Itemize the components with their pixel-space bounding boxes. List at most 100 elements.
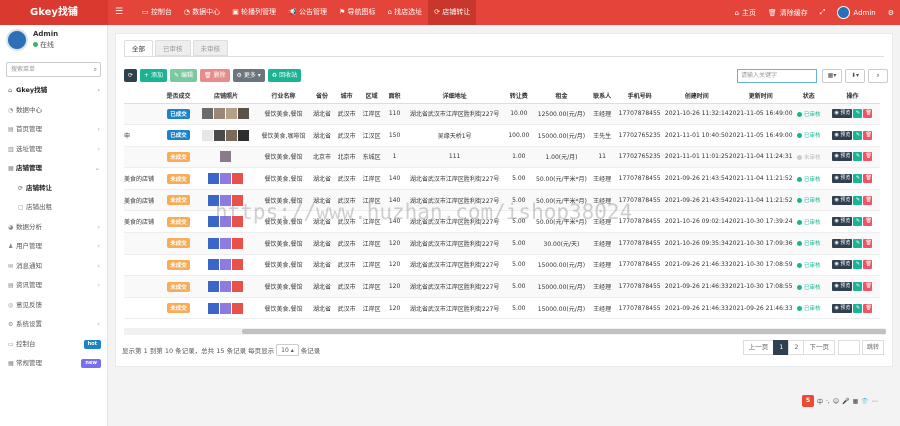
ime-item-1[interactable]: ·,: [826, 398, 830, 405]
brand-logo[interactable]: Gkey找铺: [0, 0, 108, 25]
table-row[interactable]: 已成交 餐饮美食,餐馆 湖北省 武汉市 江岸区 110 湖北省武汉市江岸区胜利街227号 10…: [124, 103, 880, 126]
column-header[interactable]: 租金: [533, 88, 590, 104]
delete-row-button[interactable]: 🗑: [863, 109, 873, 119]
column-header[interactable]: 城市: [334, 88, 359, 104]
shop-photo-thumbnail[interactable]: [214, 129, 226, 141]
preview-button[interactable]: ◉ 预览: [832, 238, 853, 248]
table-row[interactable]: 饮美食的店铺未成交 餐饮美食,餐馆湖北省武汉市江岸区140湖北省武汉市江岸区胜利街…: [124, 210, 880, 234]
delete-row-button[interactable]: 🗑: [863, 195, 873, 205]
table-row[interactable]: 业申已成交 餐饮美食,咖啡馆湖北省武汉市江汉区150吴缘天桥1号100.00150…: [124, 124, 880, 147]
nav-item-1[interactable]: ◔ 数据中心: [178, 0, 226, 25]
preview-button[interactable]: ◉ 预览: [832, 130, 853, 140]
sidebar-item-6[interactable]: ▢ 店铺出租: [0, 198, 107, 218]
shop-photo-thumbnail[interactable]: [208, 302, 220, 314]
ime-item-5[interactable]: 👕: [861, 398, 868, 405]
column-header[interactable]: [124, 88, 163, 104]
preview-button[interactable]: ◉ 预览: [832, 217, 853, 227]
column-header[interactable]: 转让费: [504, 88, 534, 104]
more-button[interactable]: ⚙ 更多 ▾: [232, 69, 265, 82]
settings-button[interactable]: ⚙: [882, 9, 900, 17]
shop-photo-thumbnail[interactable]: [208, 216, 220, 228]
home-link[interactable]: ⌂ 主页: [728, 8, 761, 18]
page-size-select[interactable]: 10 ▴: [276, 344, 299, 356]
nav-item-5[interactable]: ⌂ 找店选址: [382, 0, 429, 25]
edit-row-button[interactable]: ✎: [853, 282, 863, 292]
clear-cache-button[interactable]: 🗑 清除缓存: [762, 8, 814, 18]
delete-row-button[interactable]: 🗑: [863, 174, 873, 184]
table-row[interactable]: 未成交 餐饮美食,餐馆 北京市 北京市 东城区 1 111 1.00 1.00(元/月) 11 17…: [124, 146, 880, 169]
sidebar-item-13[interactable]: ▭ 控制台 hot: [0, 335, 107, 355]
shop-photo-thumbnail[interactable]: [220, 194, 232, 206]
preview-button[interactable]: ◉ 预览: [832, 109, 853, 119]
ime-item-3[interactable]: 🎤: [842, 398, 849, 405]
column-header[interactable]: 更新时间: [728, 88, 793, 104]
ime-item-4[interactable]: ▦: [853, 398, 859, 405]
table-search-input[interactable]: 请输入关键字: [737, 69, 817, 83]
recycle-bin-button[interactable]: ♻ 回收站: [267, 69, 302, 82]
page-1-button[interactable]: 1: [773, 340, 790, 355]
shop-photo-thumbnail[interactable]: [232, 302, 244, 314]
column-header[interactable]: 是否成交: [162, 88, 195, 104]
edit-row-button[interactable]: ✎: [853, 109, 863, 119]
ime-item-0[interactable]: 中: [817, 397, 823, 406]
horizontal-scrollbar[interactable]: [124, 328, 886, 335]
tab-2[interactable]: 未审核: [192, 40, 228, 56]
shop-photo-thumbnail[interactable]: [208, 281, 220, 293]
delete-button[interactable]: 🗑 删除: [199, 69, 230, 82]
nav-item-2[interactable]: ▣ 轮播列管理: [226, 0, 282, 25]
edit-button[interactable]: ✎ 编辑: [170, 69, 197, 82]
nav-item-6[interactable]: ⟳ 店铺转让: [428, 0, 477, 25]
sidebar-item-1[interactable]: ◔ 数据中心: [0, 101, 107, 121]
shop-photo-thumbnail[interactable]: [232, 281, 244, 293]
edit-row-button[interactable]: ✎: [853, 303, 863, 313]
nav-item-0[interactable]: ▭ 控制台: [136, 0, 178, 25]
shop-photo-thumbnail[interactable]: [208, 194, 220, 206]
sidebar-item-3[interactable]: ▥ 选址管理 ‹: [0, 140, 107, 160]
preview-button[interactable]: ◉ 预览: [832, 174, 853, 184]
sidebar-item-2[interactable]: ▤ 首页管理 ‹: [0, 120, 107, 140]
column-header[interactable]: 区域: [358, 88, 385, 104]
column-header[interactable]: 行业名称: [257, 88, 310, 104]
preview-button[interactable]: ◉ 预览: [832, 282, 853, 292]
scrollbar-thumb[interactable]: [242, 329, 886, 334]
shop-photo-thumbnail[interactable]: [226, 108, 238, 120]
sidebar-item-8[interactable]: ♟ 用户管理 ‹: [0, 237, 107, 257]
shop-photo-thumbnail[interactable]: [208, 173, 220, 185]
preview-button[interactable]: ◉ 预览: [832, 195, 853, 205]
table-row[interactable]: 未成交 餐饮美食,餐馆 湖北省 武汉市 江岸区 120 湖北省武汉市江岸区胜利街227号 5.…: [124, 254, 880, 277]
refresh-button[interactable]: ⟳: [124, 69, 138, 82]
page-2-button[interactable]: 2: [788, 340, 805, 355]
shop-photo-thumbnail[interactable]: [232, 237, 244, 249]
table-row[interactable]: 饮美食的店铺未成交 餐饮美食,餐馆湖北省武汉市江岸区140湖北省武汉市江岸区胜利街…: [124, 167, 880, 190]
user-menu[interactable]: Admin: [831, 6, 881, 19]
column-header[interactable]: 状态: [792, 88, 825, 104]
shop-photo-thumbnail[interactable]: [232, 194, 244, 206]
shop-photo-thumbnail[interactable]: [232, 173, 244, 185]
sidebar-item-9[interactable]: ✉ 消息通知 ‹: [0, 257, 107, 277]
sidebar-search-input[interactable]: 搜索菜单 ⌕: [6, 62, 101, 77]
column-header[interactable]: 联系人: [589, 88, 615, 104]
sogou-logo-icon[interactable]: S: [802, 395, 814, 407]
edit-row-button[interactable]: ✎: [853, 195, 863, 205]
table-row[interactable]: 未成交 餐饮美食,餐馆 湖北省 武汉市 江岸区 120 湖北省武汉市江岸区胜利街227号 5.…: [124, 297, 880, 320]
nav-item-3[interactable]: 📢 公告管理: [282, 0, 333, 25]
table-row[interactable]: 饮美食的店铺未成交 餐饮美食,餐馆湖北省武汉市江岸区140湖北省武汉市江岸区胜利街…: [124, 189, 880, 212]
tab-0[interactable]: 全部: [124, 40, 153, 56]
shop-photo-thumbnail[interactable]: [220, 237, 232, 249]
prev-page-button[interactable]: 上一页: [742, 340, 775, 355]
shop-photo-thumbnail[interactable]: [202, 129, 214, 141]
shop-photo-thumbnail[interactable]: [220, 216, 232, 228]
preview-button[interactable]: ◉ 预览: [832, 303, 853, 313]
shop-photo-thumbnail[interactable]: [208, 237, 220, 249]
edit-row-button[interactable]: ✎: [853, 174, 863, 184]
column-header[interactable]: 操作: [824, 88, 880, 104]
table-row[interactable]: 未成交 餐饮美食,餐馆 湖北省 武汉市 江岸区 120 湖北省武汉市江岸区胜利街227号 5.…: [124, 232, 880, 255]
edit-row-button[interactable]: ✎: [853, 217, 863, 227]
sidebar-item-10[interactable]: ▤ 资讯管理 ‹: [0, 276, 107, 296]
sidebar-item-5[interactable]: ⟳ 店铺转让: [0, 179, 107, 199]
columns-toggle-button[interactable]: ▦▾: [822, 69, 842, 83]
delete-row-button[interactable]: 🗑: [863, 238, 873, 248]
shop-photo-thumbnail[interactable]: [220, 259, 232, 271]
add-button[interactable]: + 添加: [140, 69, 167, 82]
tab-1[interactable]: 已审核: [155, 40, 191, 56]
